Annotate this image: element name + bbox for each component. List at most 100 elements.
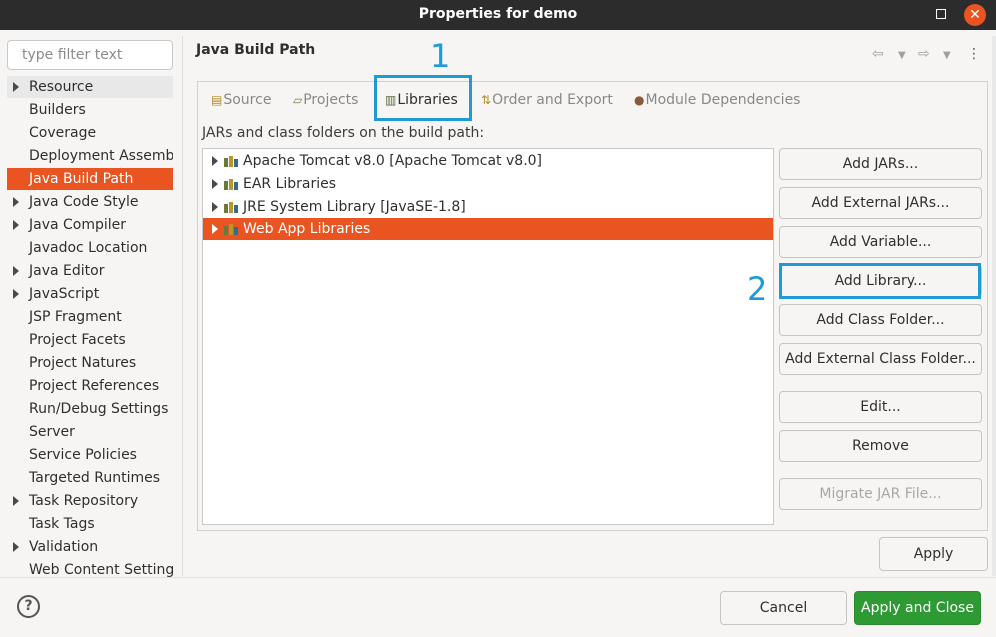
tab-label: Order and Export [492, 92, 613, 108]
library-tree: Apache Tomcat v8.0 [Apache Tomcat v8.0] … [202, 148, 774, 525]
tab-label: Module Dependencies [645, 92, 801, 108]
sidebar-item-label: Project Natures [29, 355, 137, 371]
page-title: Java Build Path [196, 42, 316, 58]
sidebar-item-javascript[interactable]: JavaScript [7, 283, 173, 305]
sidebar-item-service-policies[interactable]: Service Policies [7, 444, 173, 466]
sidebar-item-label: JavaScript [29, 286, 100, 302]
expand-arrow-icon[interactable] [13, 289, 19, 299]
sidebar-item-label: Project Facets [29, 332, 126, 348]
sidebar-item-project-facets[interactable]: Project Facets [7, 329, 173, 351]
sidebar-item-label: Coverage [29, 125, 97, 141]
sidebar-item-targeted-runtimes[interactable]: Targeted Runtimes [7, 467, 173, 489]
apply-button[interactable]: Apply [879, 537, 988, 571]
close-icon[interactable]: ✕ [964, 4, 986, 26]
sidebar-item-deployment-assembly[interactable]: Deployment Assembly [7, 145, 173, 167]
sidebar-item-label: Java Compiler [29, 217, 127, 233]
source-folder-icon: ▤ [211, 93, 223, 107]
sidebar-item-run-debug-settings[interactable]: Run/Debug Settings [7, 398, 173, 420]
sidebar-item-java-build-path[interactable]: Java Build Path [7, 168, 173, 190]
sidebar-item-validation[interactable]: Validation [7, 536, 173, 558]
add-external-class-folder-button[interactable]: Add External Class Folder... [779, 343, 982, 375]
add-class-folder-button[interactable]: Add Class Folder... [779, 304, 982, 336]
sidebar-item-label: Task Tags [29, 516, 95, 532]
library-icon [224, 224, 238, 235]
sidebar-item-task-repository[interactable]: Task Repository [7, 490, 173, 512]
expand-arrow-icon[interactable] [13, 197, 19, 207]
library-label: Apache Tomcat v8.0 [Apache Tomcat v8.0] [243, 153, 543, 169]
sidebar-item-task-tags[interactable]: Task Tags [7, 513, 173, 535]
library-tree-item-web-app-libraries[interactable]: Web App Libraries [203, 218, 773, 240]
build-path-description: JARs and class folders on the build path… [202, 125, 485, 141]
add-external-jars-button[interactable]: Add External JARs... [779, 187, 982, 219]
library-label: Web App Libraries [243, 221, 371, 237]
sidebar-item-server[interactable]: Server [7, 421, 173, 443]
tab-order-and-export[interactable]: ⇅Order and Export [481, 92, 613, 108]
sidebar-item-label: Web Content Settings [29, 562, 173, 577]
filter-input[interactable] [7, 40, 173, 70]
sidebar-item-resource[interactable]: Resource [7, 76, 173, 98]
sidebar-item-project-natures[interactable]: Project Natures [7, 352, 173, 374]
annotation-step-2: 2 [747, 270, 768, 308]
expand-arrow-icon[interactable] [13, 266, 19, 276]
library-tree-item-ear-libraries[interactable]: EAR Libraries [203, 173, 773, 195]
view-menu-icon[interactable]: ⋮ [967, 46, 981, 62]
expand-arrow-icon[interactable] [13, 220, 19, 230]
sidebar-divider[interactable] [182, 36, 183, 576]
forward-menu-chevron-icon[interactable]: ▼ [943, 50, 951, 61]
migrate-jar-file-button[interactable]: Migrate JAR File... [779, 478, 982, 510]
maximize-icon[interactable] [936, 9, 946, 19]
library-tree-item-jre-system-library[interactable]: JRE System Library [JavaSE-1.8] [203, 196, 773, 218]
sidebar-item-label: Server [29, 424, 75, 440]
sidebar-item-label: Java Build Path [29, 171, 134, 187]
expand-arrow-icon[interactable] [212, 179, 218, 189]
sidebar-item-label: Java Editor [29, 263, 105, 279]
back-icon[interactable]: ⇦ [872, 46, 884, 62]
remove-button[interactable]: Remove [779, 430, 982, 462]
sidebar-item-jsp-fragment[interactable]: JSP Fragment [7, 306, 173, 328]
library-icon [224, 179, 238, 190]
sidebar-item-coverage[interactable]: Coverage [7, 122, 173, 144]
sidebar-item-java-editor[interactable]: Java Editor [7, 260, 173, 282]
add-jars-button[interactable]: Add JARs... [779, 148, 982, 180]
title-bar: Properties for demo ✕ [0, 0, 996, 30]
tab-label: Source [223, 92, 272, 108]
sidebar-item-java-compiler[interactable]: Java Compiler [7, 214, 173, 236]
sidebar-item-javadoc-location[interactable]: Javadoc Location [7, 237, 173, 259]
expand-arrow-icon[interactable] [13, 542, 19, 552]
expand-arrow-icon[interactable] [13, 496, 19, 506]
sidebar-item-java-code-style[interactable]: Java Code Style [7, 191, 173, 213]
module-icon: ● [634, 93, 645, 107]
sidebar-item-web-content-settings[interactable]: Web Content Settings [7, 559, 173, 577]
sidebar-item-project-references[interactable]: Project References [7, 375, 173, 397]
window-title: Properties for demo [418, 6, 578, 22]
sidebar-item-label: JSP Fragment [29, 309, 122, 325]
expand-arrow-icon[interactable] [212, 202, 218, 212]
add-variable-button[interactable]: Add Variable... [779, 226, 982, 258]
tab-projects[interactable]: ▱Projects [293, 92, 358, 108]
expand-arrow-icon[interactable] [212, 224, 218, 234]
highlight-box-add-library [779, 263, 981, 299]
back-menu-chevron-icon[interactable]: ▼ [898, 50, 906, 61]
edit-button[interactable]: Edit... [779, 391, 982, 423]
sidebar-item-label: Service Policies [29, 447, 137, 463]
library-label: EAR Libraries [243, 176, 337, 192]
sidebar-item-label: Deployment Assembly [29, 148, 173, 164]
sidebar-tree: Resource Builders Coverage Deployment As… [7, 76, 173, 577]
library-tree-item-apache-tomcat[interactable]: Apache Tomcat v8.0 [Apache Tomcat v8.0] [203, 150, 773, 172]
tab-module-dependencies[interactable]: ●Module Dependencies [634, 92, 800, 108]
forward-icon[interactable]: ⇨ [918, 46, 930, 62]
sidebar-item-label: Validation [29, 539, 99, 555]
tab-label: Projects [303, 92, 359, 108]
library-icon [224, 156, 238, 167]
sidebar-item-label: Project References [29, 378, 160, 394]
order-export-icon: ⇅ [481, 93, 492, 107]
apply-and-close-button[interactable]: Apply and Close [854, 591, 981, 625]
tab-source[interactable]: ▤Source [211, 92, 271, 108]
sidebar-item-builders[interactable]: Builders [7, 99, 173, 121]
expand-arrow-icon[interactable] [13, 82, 19, 92]
help-icon[interactable]: ? [17, 595, 40, 618]
expand-arrow-icon[interactable] [212, 156, 218, 166]
cancel-button[interactable]: Cancel [720, 591, 847, 625]
sidebar-item-label: Targeted Runtimes [29, 470, 161, 486]
tab-bar: ▤Source ▱Projects ▥Libraries ⇅Order and … [197, 81, 988, 121]
